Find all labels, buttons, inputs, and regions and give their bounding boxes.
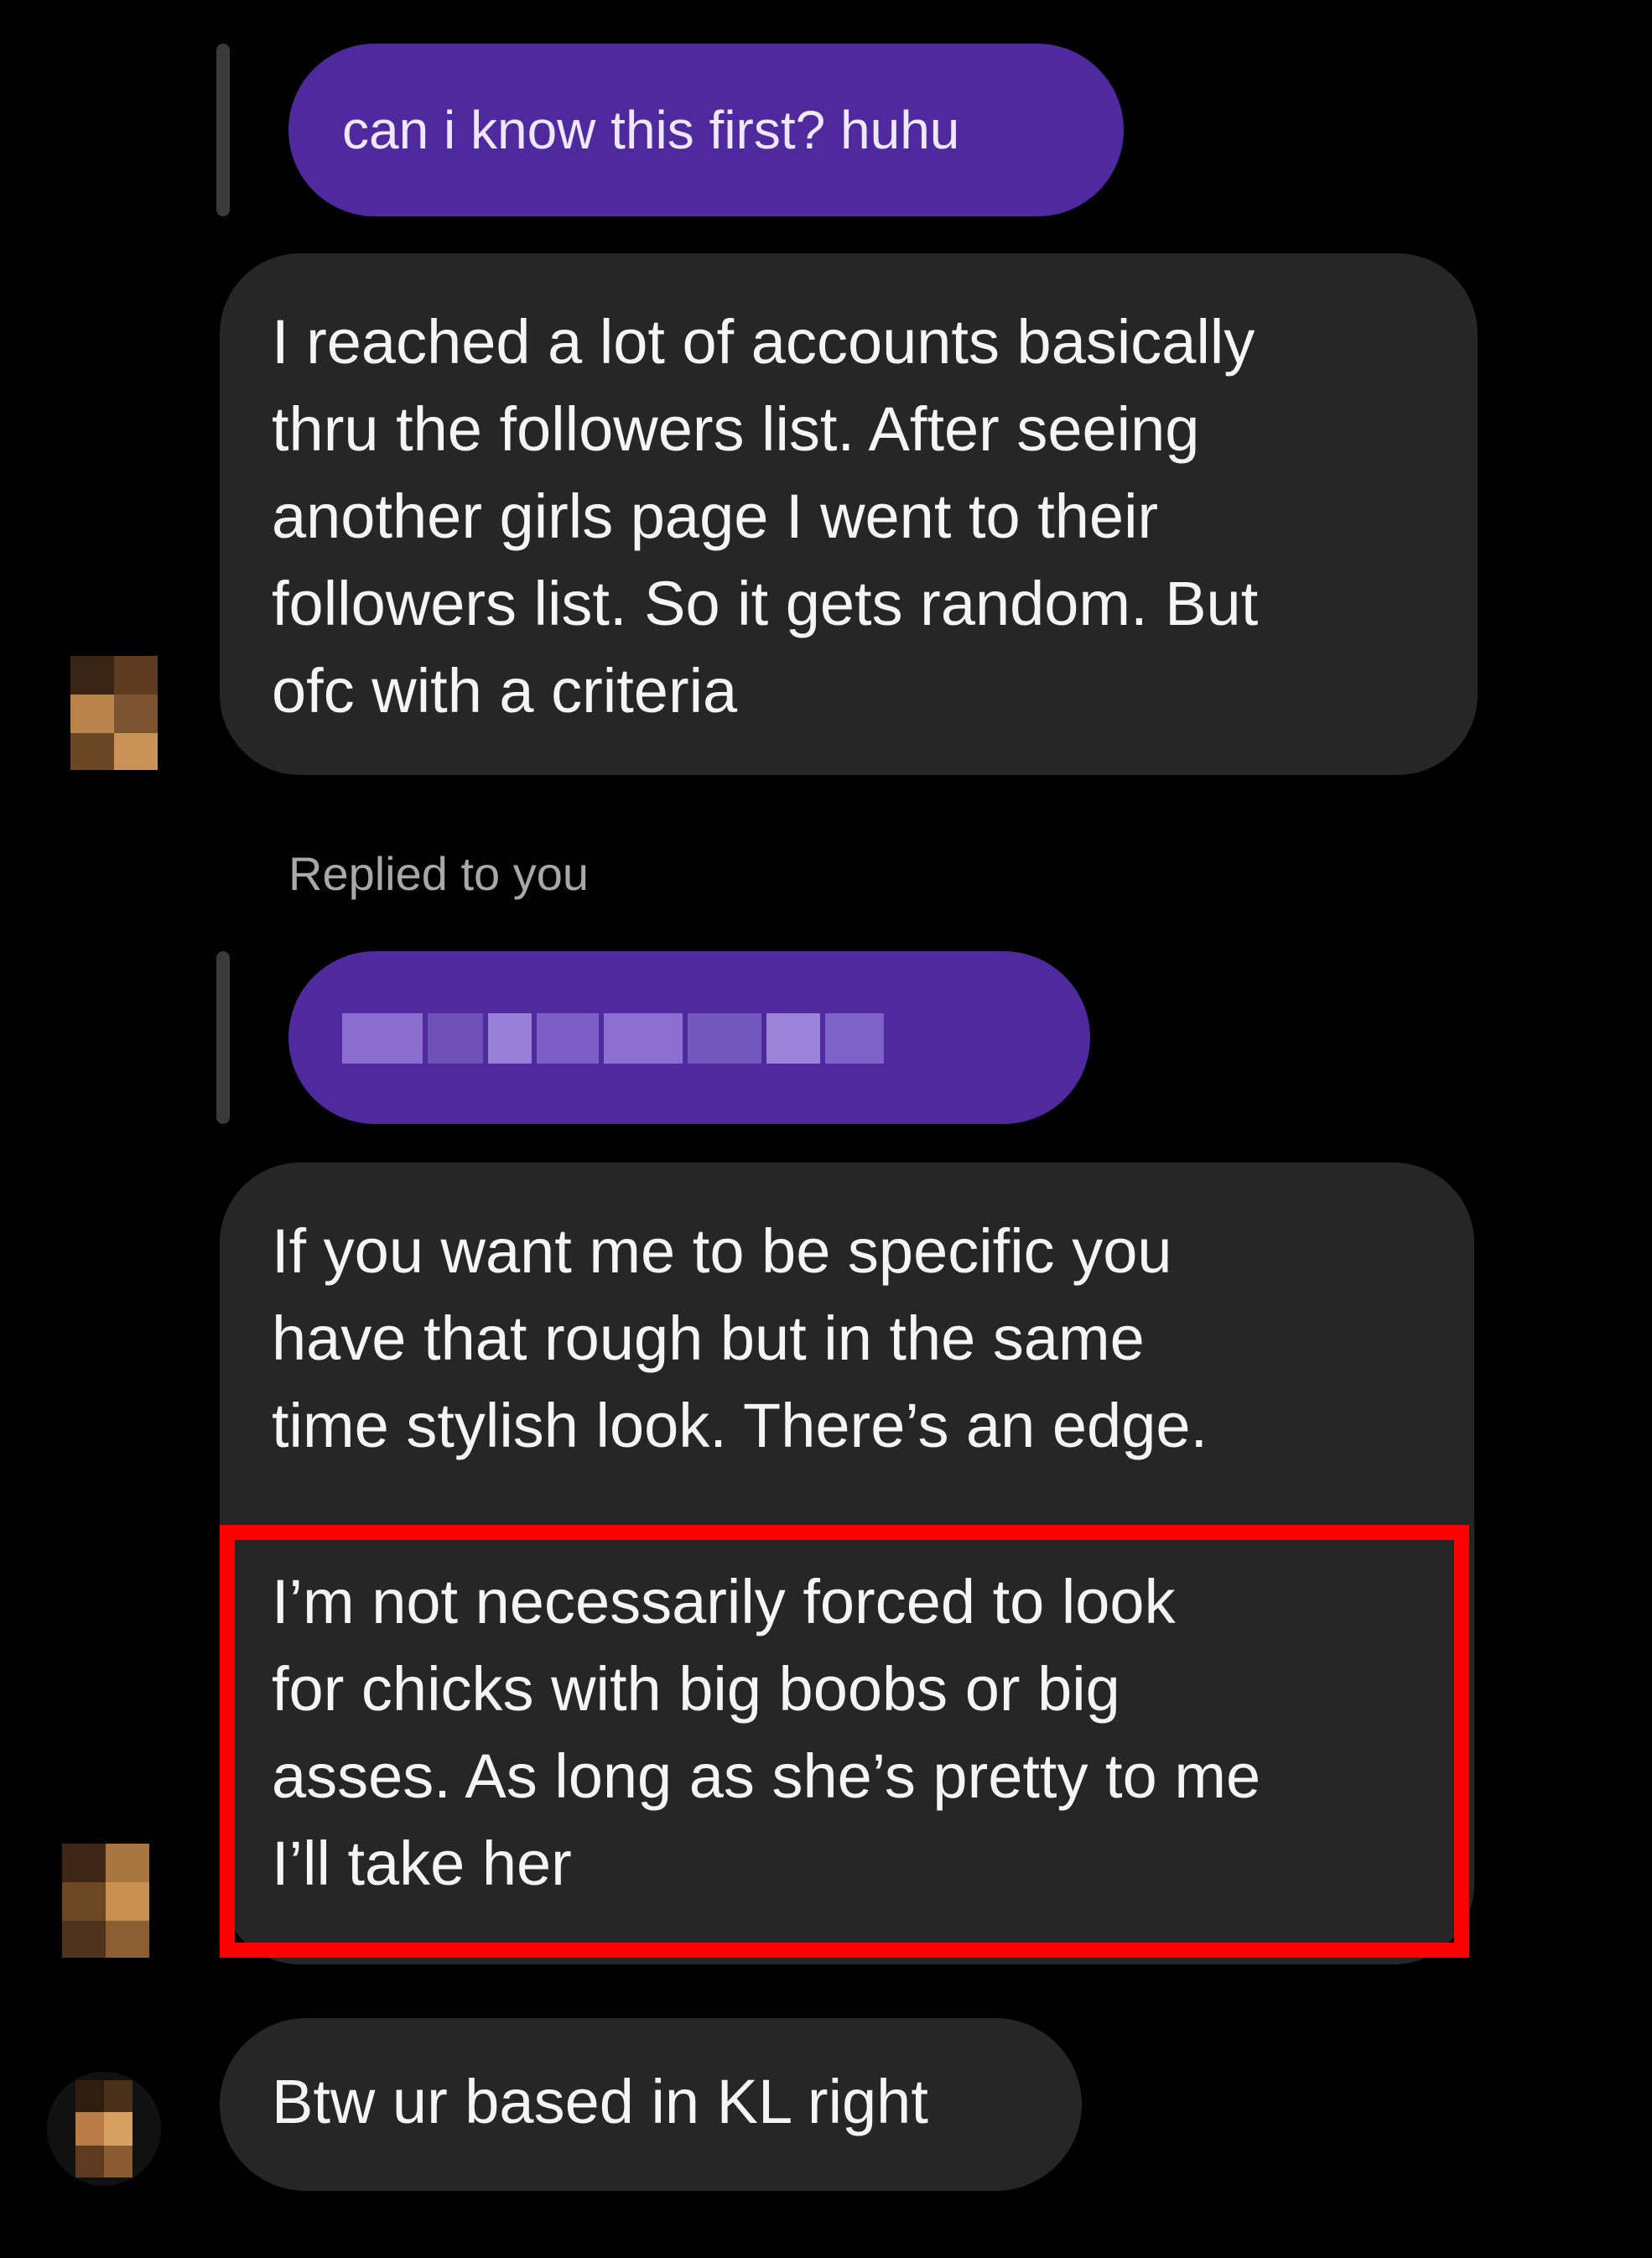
replied-to-you-label: Replied to you xyxy=(288,847,590,900)
message-bubble[interactable]: Btw ur based in KL right xyxy=(220,2018,1082,2191)
message-text: If you want me to be specific you have t… xyxy=(272,1216,1208,1460)
message-text: I reached a lot of accounts basically th… xyxy=(272,307,1259,726)
quoted-reply-bubble[interactable] xyxy=(288,951,1090,1124)
reply-quote-bar xyxy=(216,951,230,1124)
message-bubble[interactable]: I reached a lot of accounts basically th… xyxy=(220,253,1478,775)
avatar-icon[interactable] xyxy=(70,656,158,770)
quoted-reply-text: can i know this first? huhu xyxy=(342,100,960,160)
pixelated-quoted-text xyxy=(342,1012,884,1065)
avatar-icon[interactable] xyxy=(62,1844,149,1958)
reply-quote-bar xyxy=(216,44,230,216)
quoted-reply-bubble[interactable]: can i know this first? huhu xyxy=(288,44,1124,216)
avatar-icon[interactable] xyxy=(47,2072,161,2186)
message-text: Btw ur based in KL right xyxy=(272,2067,928,2136)
highlight-box xyxy=(220,1525,1469,1958)
